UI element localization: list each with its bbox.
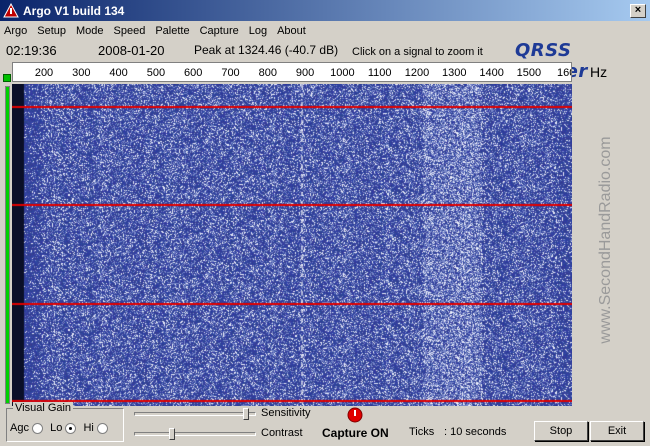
- frequency-scale: 200 300 400 500 600 700 800 900 1000 1100 1200 1300…: [12, 62, 572, 82]
- menu-about[interactable]: About: [277, 25, 306, 37]
- frequency-tick: 300: [72, 67, 91, 79]
- peak-readout: Peak at 1324.46 (-40.7 dB): [194, 43, 339, 57]
- capture-status: Capture ON: [322, 426, 389, 440]
- menu-log[interactable]: Log: [249, 25, 267, 37]
- ticks-value: : 10 seconds: [444, 426, 507, 438]
- app-icon: [3, 2, 19, 17]
- menu-capture[interactable]: Capture: [200, 25, 239, 37]
- frequency-tick: 1300: [442, 67, 467, 79]
- clock-time: 02:19:36: [6, 43, 57, 58]
- watermark-text: www.SecondHandRadio.com: [597, 136, 614, 344]
- menu-palette[interactable]: Palette: [155, 25, 189, 37]
- menu-argo[interactable]: Argo: [4, 25, 27, 37]
- control-panel: Visual Gain Agc Lo Hi Sensitivity Contra…: [0, 402, 650, 446]
- watermark: www.SecondHandRadio.com: [597, 136, 614, 344]
- frequency-tick: 1400: [479, 67, 504, 79]
- lo-radio[interactable]: [65, 422, 77, 434]
- menu-bar: Argo Setup Mode Speed Palette Capture Lo…: [0, 21, 650, 40]
- menu-mode[interactable]: Mode: [76, 25, 104, 37]
- level-meter: [5, 86, 10, 404]
- capture-indicator-icon: [347, 407, 363, 423]
- sensitivity-slider[interactable]: [134, 408, 256, 420]
- visual-gain-label: Visual Gain: [13, 402, 74, 414]
- exit-button[interactable]: Exit: [590, 421, 644, 441]
- frequency-unit: Hz: [590, 64, 608, 80]
- frequency-tick: 400: [109, 67, 128, 79]
- frequency-tick: 600: [184, 67, 203, 79]
- signal-level-bar: [2, 72, 12, 406]
- lo-label: Lo: [50, 422, 63, 434]
- visual-gain-group: Visual Gain Agc Lo Hi: [6, 402, 124, 442]
- frequency-tick: 1000: [330, 67, 355, 79]
- frequency-tick: 900: [295, 67, 315, 79]
- waterfall-display[interactable]: [12, 84, 572, 406]
- current-date: 2008-01-20: [98, 43, 165, 58]
- frequency-tick: 700: [221, 67, 240, 79]
- frequency-tick: 500: [146, 67, 166, 79]
- agc-label: Agc: [10, 422, 29, 434]
- contrast-label: Contrast: [261, 427, 303, 439]
- hi-radio[interactable]: [96, 422, 108, 434]
- contrast-thumb[interactable]: [169, 428, 176, 440]
- frequency-tick: 1200: [404, 67, 430, 79]
- level-marker: [3, 74, 11, 82]
- waterfall-canvas[interactable]: [12, 84, 572, 406]
- close-button[interactable]: ×: [630, 3, 646, 18]
- frequency-tick: 1500: [516, 67, 542, 79]
- menu-speed[interactable]: Speed: [114, 25, 146, 37]
- stop-button[interactable]: Stop: [534, 421, 588, 441]
- zoom-hint: Click on a signal to zoom it: [352, 46, 483, 58]
- frequency-tick: 200: [34, 67, 54, 79]
- menu-setup[interactable]: Setup: [37, 25, 66, 37]
- title-bar: Argo V1 build 134 ×: [0, 0, 650, 21]
- contrast-slider[interactable]: [134, 428, 256, 440]
- sensitivity-thumb[interactable]: [243, 408, 250, 420]
- frequency-tick: 1100: [367, 67, 392, 79]
- ticks-label: Ticks: [409, 426, 435, 438]
- hi-label: Hi: [83, 422, 94, 434]
- agc-radio[interactable]: [32, 422, 44, 434]
- window-title: Argo V1 build 134: [23, 3, 125, 18]
- frequency-tick: 160: [557, 67, 571, 79]
- sensitivity-label: Sensitivity: [261, 407, 311, 419]
- frequency-tick: 800: [258, 67, 277, 79]
